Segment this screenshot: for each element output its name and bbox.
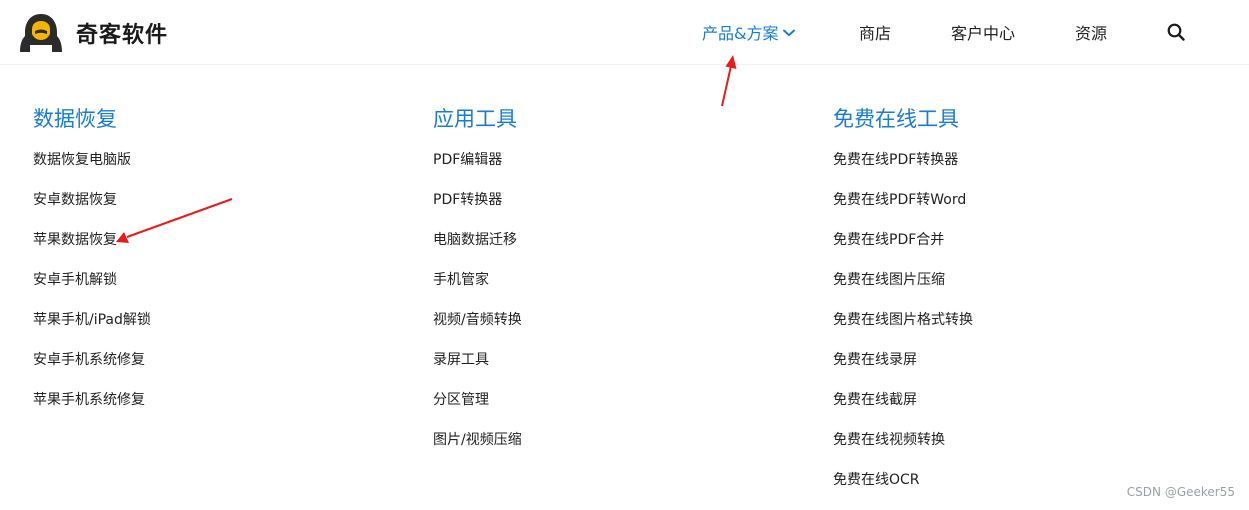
menu-item[interactable]: 安卓手机解锁 xyxy=(33,270,151,310)
menu-column-data-recovery: 数据恢复 数据恢复电脑版 安卓数据恢复 苹果数据恢复 安卓手机解锁 苹果手机/i… xyxy=(33,106,151,430)
menu-item[interactable]: 免费在线图片压缩 xyxy=(833,270,973,310)
menu-item[interactable]: 免费在线视频转换 xyxy=(833,430,973,470)
menu-item[interactable]: PDF转换器 xyxy=(433,190,522,230)
logo[interactable]: 奇客软件 xyxy=(18,12,168,54)
nav-support-label: 客户中心 xyxy=(951,24,1016,43)
menu-item[interactable]: 图片/视频压缩 xyxy=(433,430,522,470)
menu-item[interactable]: 分区管理 xyxy=(433,390,522,430)
menu-item[interactable]: 苹果数据恢复 xyxy=(33,230,151,270)
menu-item[interactable]: 免费在线录屏 xyxy=(833,350,973,390)
menu-item[interactable]: 免费在线PDF转换器 xyxy=(833,150,973,190)
menu-item[interactable]: 免费在线PDF合并 xyxy=(833,230,973,270)
menu-item[interactable]: 免费在线OCR xyxy=(833,470,973,510)
menu-item[interactable]: 视频/音频转换 xyxy=(433,310,522,350)
nav-store-label: 商店 xyxy=(859,24,892,43)
menu-item[interactable]: 免费在线图片格式转换 xyxy=(833,310,973,350)
menu-column-app-tools: 应用工具 PDF编辑器 PDF转换器 电脑数据迁移 手机管家 视频/音频转换 录… xyxy=(433,106,522,470)
menu-item[interactable]: 苹果手机系统修复 xyxy=(33,390,151,430)
menu-list: 免费在线PDF转换器 免费在线PDF转Word 免费在线PDF合并 免费在线图片… xyxy=(833,150,973,510)
menu-item[interactable]: 手机管家 xyxy=(433,270,522,310)
search-icon[interactable] xyxy=(1166,22,1186,42)
chevron-down-icon xyxy=(783,29,796,36)
brand-name: 奇客软件 xyxy=(76,23,169,48)
menu-item[interactable]: 免费在线截屏 xyxy=(833,390,973,430)
menu-column-title[interactable]: 应用工具 xyxy=(433,106,522,132)
menu-item[interactable]: 数据恢复电脑版 xyxy=(33,150,151,190)
watermark: CSDN @Geeker55 xyxy=(1126,485,1235,499)
nav-support[interactable]: 客户中心 xyxy=(951,0,1015,64)
menu-list: 数据恢复电脑版 安卓数据恢复 苹果数据恢复 安卓手机解锁 苹果手机/iPad解锁… xyxy=(33,150,151,430)
menu-column-free-online-tools: 免费在线工具 免费在线PDF转换器 免费在线PDF转Word 免费在线PDF合并… xyxy=(833,106,973,510)
menu-column-title[interactable]: 免费在线工具 xyxy=(833,106,973,132)
menu-item[interactable]: 免费在线PDF转Word xyxy=(833,190,973,230)
nav-resources-label: 资源 xyxy=(1075,24,1108,43)
nav-store[interactable]: 商店 xyxy=(859,0,891,64)
site-header: 奇客软件 产品&方案 商店 客户中心 资源 xyxy=(0,0,1249,65)
annotation-layer xyxy=(116,55,737,243)
menu-item[interactable]: 电脑数据迁移 xyxy=(433,230,522,270)
menu-item[interactable]: 苹果手机/iPad解锁 xyxy=(33,310,151,350)
menu-item[interactable]: PDF编辑器 xyxy=(433,150,522,190)
menu-column-title[interactable]: 数据恢复 xyxy=(33,106,151,132)
menu-list: PDF编辑器 PDF转换器 电脑数据迁移 手机管家 视频/音频转换 录屏工具 分… xyxy=(433,150,522,470)
nav-products[interactable]: 产品&方案 xyxy=(702,0,796,64)
nav-resources[interactable]: 资源 xyxy=(1075,0,1107,64)
hooded-figure-icon xyxy=(20,14,62,52)
menu-item[interactable]: 录屏工具 xyxy=(433,350,522,390)
menu-item[interactable]: 安卓数据恢复 xyxy=(33,190,151,230)
nav-products-label: 产品&方案 xyxy=(702,24,779,43)
menu-item[interactable]: 安卓手机系统修复 xyxy=(33,350,151,390)
